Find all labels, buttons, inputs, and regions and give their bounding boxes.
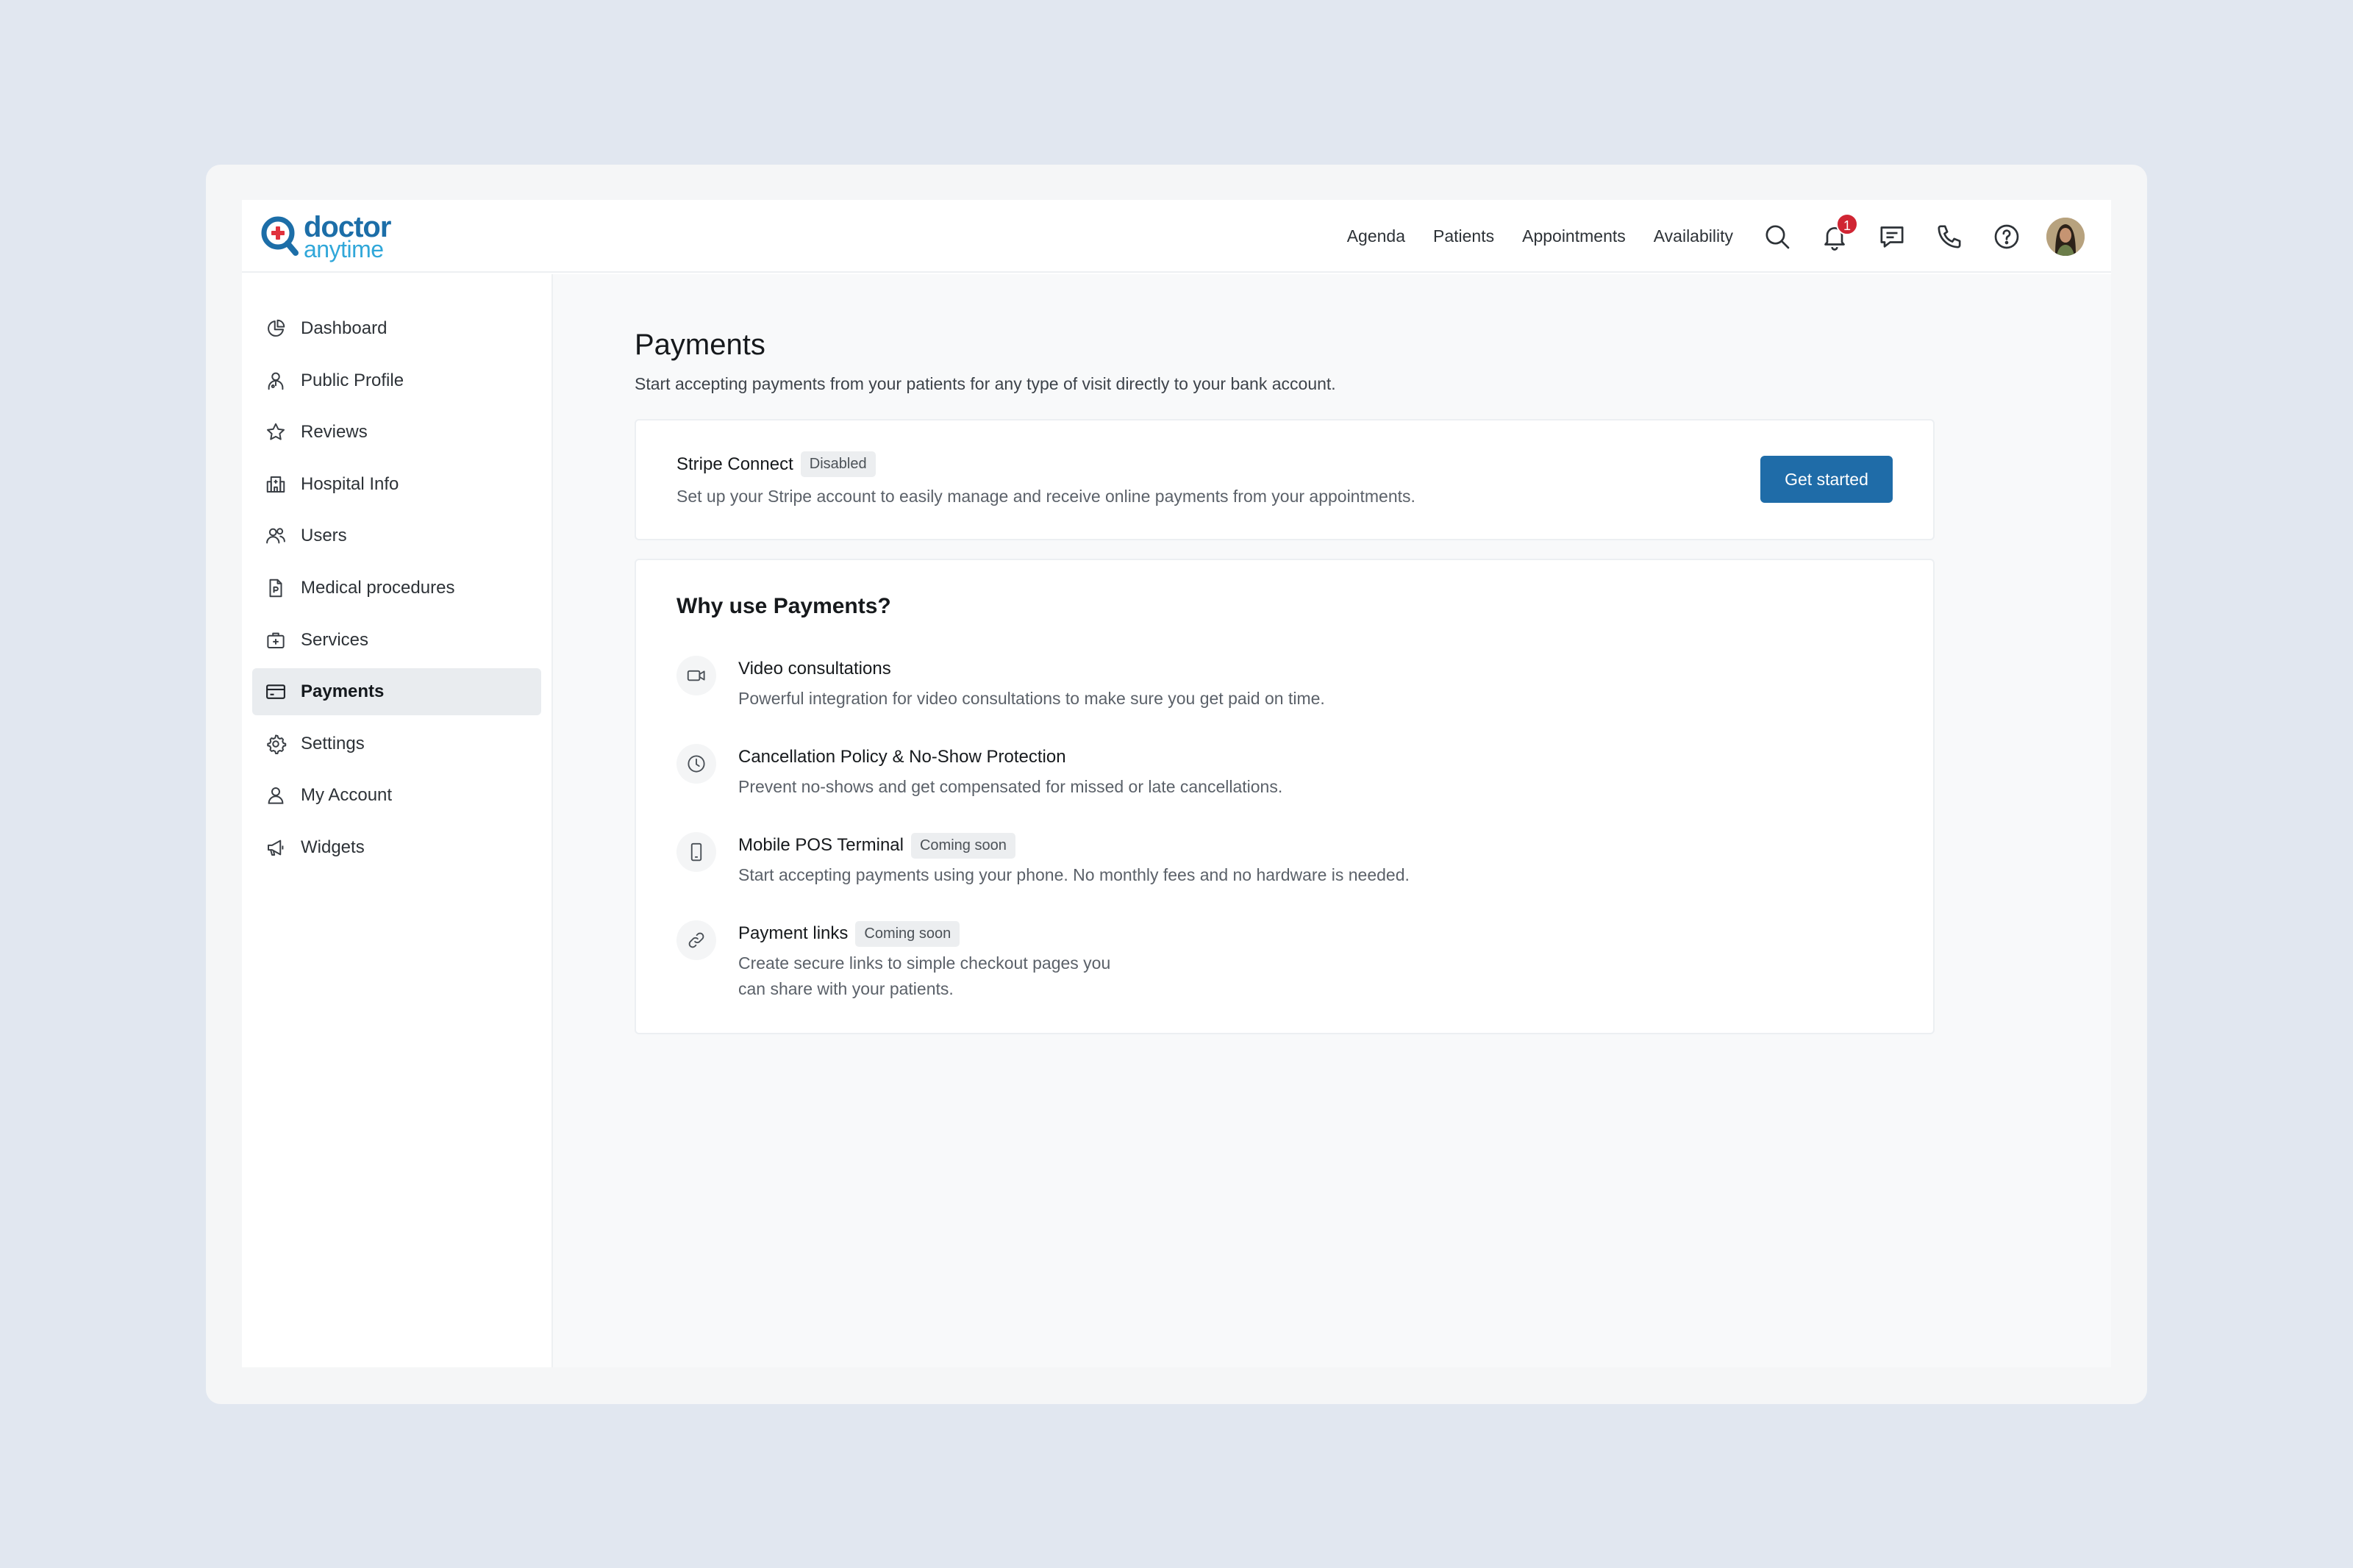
sidebar-item-label: Settings: [301, 733, 365, 753]
user-icon: [264, 784, 288, 807]
mobile-phone-icon: [676, 832, 716, 872]
nav-patients[interactable]: Patients: [1433, 226, 1494, 246]
status-badge: Disabled: [800, 451, 876, 477]
sidebar-item-label: Hospital Info: [301, 473, 399, 494]
main-content: Payments Start accepting payments from y…: [553, 274, 2111, 1367]
sidebar-item-widgets[interactable]: Widgets: [252, 824, 541, 871]
feature-video-consultations: Video consultations Powerful integration…: [676, 656, 1325, 712]
logo-magnifier-icon: [261, 216, 299, 256]
help-icon[interactable]: [1990, 221, 2023, 253]
feature-title: Mobile POS Terminal: [738, 835, 904, 855]
sidebar-item-payments[interactable]: Payments: [252, 668, 541, 716]
feature-description: Powerful integration for video consultat…: [738, 689, 1325, 708]
feature-cancellation-policy: Cancellation Policy & No-Show Protection…: [676, 744, 1282, 800]
logo-word-anytime: anytime: [304, 236, 384, 262]
sidebar-item-label: Widgets: [301, 837, 365, 857]
sidebar-item-label: Reviews: [301, 422, 368, 443]
page-title: Payments: [635, 329, 765, 361]
sidebar-item-medical-procedures[interactable]: Medical procedures: [252, 565, 541, 612]
pie-chart-icon: [264, 317, 288, 340]
users-icon: [264, 524, 288, 548]
nav-availability[interactable]: Availability: [1654, 226, 1733, 246]
feature-title: Cancellation Policy & No-Show Protection: [738, 747, 1066, 767]
sidebar-item-hospital-info[interactable]: Hospital Info: [252, 461, 541, 508]
get-started-button[interactable]: Get started: [1760, 456, 1893, 503]
clock-icon: [676, 744, 716, 784]
sidebar-item-reviews[interactable]: Reviews: [252, 409, 541, 456]
page-subtitle: Start accepting payments from your patie…: [635, 374, 1336, 393]
coming-soon-badge: Coming soon: [910, 832, 1015, 859]
link-icon: [676, 920, 716, 960]
medical-kit-icon: [264, 629, 288, 652]
search-icon[interactable]: [1761, 221, 1793, 253]
top-nav: Agenda Patients Appointments Availabilit…: [1347, 200, 2085, 273]
sidebar-item-services[interactable]: Services: [252, 617, 541, 664]
gear-icon: [264, 732, 288, 756]
brand-logo[interactable]: doctor anytime: [261, 212, 391, 262]
sidebar-item-label: Public Profile: [301, 370, 404, 390]
nav-agenda[interactable]: Agenda: [1347, 226, 1405, 246]
feature-title: Payment links: [738, 923, 849, 943]
nav-appointments[interactable]: Appointments: [1522, 226, 1626, 246]
feature-description-line: can share with your patients.: [738, 979, 954, 998]
sidebar: Dashboard Public Profile Reviews Hospita…: [242, 274, 553, 1367]
hospital-icon: [264, 473, 288, 496]
stripe-connect-description: Set up your Stripe account to easily man…: [676, 487, 1415, 506]
video-camera-icon: [676, 656, 716, 695]
phone-icon[interactable]: [1933, 221, 1965, 253]
bell-icon[interactable]: 1: [1818, 212, 1858, 253]
feature-description: Prevent no-shows and get compensated for…: [738, 777, 1283, 796]
sidebar-item-label: Medical procedures: [301, 577, 455, 598]
sidebar-item-label: Dashboard: [301, 318, 388, 338]
sidebar-item-dashboard[interactable]: Dashboard: [252, 305, 541, 352]
chat-icon[interactable]: [1876, 221, 1908, 253]
megaphone-icon: [264, 836, 288, 859]
notification-badge: 1: [1836, 212, 1858, 235]
top-header: doctor anytime Agenda Patients Appointme…: [242, 200, 2111, 273]
why-title: Why use Payments?: [676, 594, 891, 618]
app-window: doctor anytime Agenda Patients Appointme…: [242, 200, 2111, 1367]
why-use-payments-card: Why use Payments? Video consultations Po…: [635, 559, 1935, 1034]
window-frame: doctor anytime Agenda Patients Appointme…: [206, 165, 2147, 1404]
credit-card-icon: [264, 680, 288, 704]
sidebar-item-users[interactable]: Users: [252, 512, 541, 559]
feature-description: Create secure links to simple checkout p…: [738, 951, 1110, 1002]
feature-payment-links: Payment links Coming soon Create secure …: [676, 920, 1110, 1002]
feature-description-line: Create secure links to simple checkout p…: [738, 953, 1111, 973]
star-icon: [264, 420, 288, 444]
feature-title: Video consultations: [738, 659, 891, 679]
feature-mobile-pos-terminal: Mobile POS Terminal Coming soon Start ac…: [676, 832, 1410, 888]
document-icon: [264, 576, 288, 600]
sidebar-item-label: Payments: [301, 681, 385, 702]
avatar[interactable]: [2046, 217, 2085, 256]
stripe-connect-title: Stripe Connect: [676, 454, 793, 474]
coming-soon-badge: Coming soon: [855, 920, 960, 947]
sidebar-item-public-profile[interactable]: Public Profile: [252, 357, 541, 404]
sidebar-item-label: My Account: [301, 785, 393, 806]
stripe-connect-card: Stripe Connect Disabled Set up your Stri…: [635, 419, 1935, 540]
sidebar-item-label: Users: [301, 526, 347, 546]
sidebar-item-my-account[interactable]: My Account: [252, 772, 541, 819]
sidebar-item-settings[interactable]: Settings: [252, 720, 541, 767]
sidebar-item-label: Services: [301, 629, 369, 650]
feature-description: Start accepting payments using your phon…: [738, 865, 1410, 884]
person-badge-icon: [264, 369, 288, 393]
